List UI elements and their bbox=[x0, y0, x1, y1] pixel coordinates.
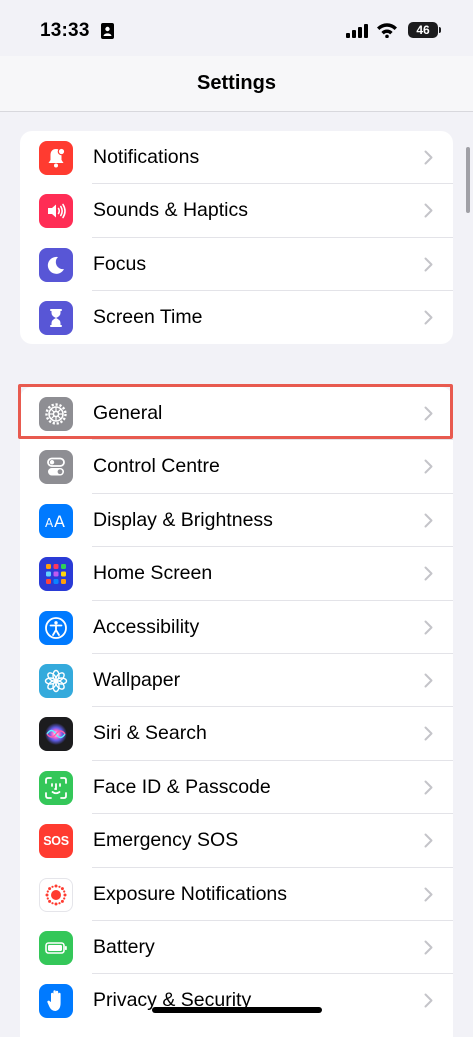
settings-row-emergency-sos[interactable]: SOS Emergency SOS bbox=[20, 814, 453, 868]
id-card-icon bbox=[101, 23, 114, 44]
settings-row-general[interactable]: General bbox=[20, 387, 453, 441]
chevron-right-icon bbox=[424, 257, 433, 272]
settings-row-screen-time[interactable]: Screen Time bbox=[20, 291, 453, 344]
cellular-signal-icon bbox=[346, 24, 368, 43]
settings-row-accessibility[interactable]: Accessibility bbox=[20, 601, 453, 654]
row-label: Exposure Notifications bbox=[93, 882, 288, 905]
chevron-right-icon bbox=[424, 726, 433, 741]
chevron-right-icon bbox=[424, 833, 433, 848]
chevron-right-icon bbox=[424, 993, 433, 1008]
chevron-right-icon bbox=[424, 406, 433, 421]
row-label: General bbox=[93, 402, 163, 424]
siri-icon bbox=[39, 717, 73, 752]
wifi-icon bbox=[376, 22, 398, 43]
chevron-right-icon bbox=[424, 513, 433, 528]
face-id-icon bbox=[39, 770, 73, 805]
accessibility-icon bbox=[39, 610, 73, 645]
battery-indicator: 46 bbox=[408, 22, 441, 38]
moon-icon bbox=[39, 247, 73, 282]
hand-icon bbox=[39, 984, 73, 1019]
row-label: Notifications bbox=[93, 146, 200, 168]
chevron-right-icon bbox=[424, 887, 433, 902]
svg-text:A: A bbox=[54, 512, 65, 531]
settings-row-control-centre[interactable]: Control Centre bbox=[20, 440, 453, 494]
status-bar: 13:33 46 bbox=[0, 0, 473, 56]
settings-group-general: General Control Centre AA Display & Brig… bbox=[20, 387, 453, 1037]
navigation-bar: Settings bbox=[0, 56, 473, 112]
chevron-right-icon bbox=[424, 459, 433, 474]
row-label: Wallpaper bbox=[93, 668, 181, 691]
settings-row-wallpaper[interactable]: Wallpaper bbox=[20, 654, 453, 708]
page-title: Settings bbox=[197, 72, 276, 94]
chevron-right-icon bbox=[424, 940, 433, 955]
settings-row-focus[interactable]: Focus bbox=[20, 238, 453, 292]
row-label: Control Centre bbox=[93, 455, 220, 478]
settings-row-home-screen[interactable]: Home Screen bbox=[20, 547, 453, 601]
row-label: Emergency SOS bbox=[93, 829, 239, 852]
chevron-right-icon bbox=[424, 780, 433, 795]
settings-row-face-id-passcode[interactable]: Face ID & Passcode bbox=[20, 761, 453, 815]
row-label: Privacy & Security bbox=[93, 989, 252, 1012]
row-label: Screen Time bbox=[93, 306, 203, 329]
chevron-right-icon bbox=[424, 150, 433, 165]
sos-icon: SOS bbox=[39, 824, 73, 859]
chevron-right-icon bbox=[424, 310, 433, 325]
chevron-right-icon bbox=[424, 203, 433, 218]
hourglass-icon bbox=[39, 301, 73, 336]
settings-row-notifications[interactable]: Notifications bbox=[20, 131, 453, 185]
battery-icon bbox=[39, 930, 73, 965]
settings-row-exposure-notifications[interactable]: Exposure Notifications bbox=[20, 868, 453, 921]
settings-row-privacy-security[interactable]: Privacy & Security bbox=[20, 974, 453, 1027]
settings-row-siri-search[interactable]: Siri & Search bbox=[20, 707, 453, 761]
bell-icon bbox=[39, 141, 73, 175]
row-label: Accessibility bbox=[93, 615, 200, 638]
settings-row-battery[interactable]: Battery bbox=[20, 921, 453, 975]
row-label: Sounds & Haptics bbox=[93, 199, 249, 222]
toggles-icon bbox=[39, 450, 73, 485]
text-size-icon: AA bbox=[39, 503, 73, 538]
svg-text:A: A bbox=[45, 516, 54, 530]
scroll-indicator[interactable] bbox=[466, 147, 470, 213]
row-label: Display & Brightness bbox=[93, 508, 273, 531]
exposure-icon bbox=[39, 877, 73, 912]
flower-icon bbox=[39, 663, 73, 698]
row-label: Home Screen bbox=[93, 562, 213, 585]
status-time: 13:33 bbox=[40, 20, 90, 41]
settings-group-notifications: Notifications Sounds & Haptics Focus Scr… bbox=[20, 131, 453, 344]
row-label: Battery bbox=[93, 935, 155, 958]
home-indicator[interactable] bbox=[152, 1007, 322, 1013]
chevron-right-icon bbox=[424, 620, 433, 635]
row-label: Siri & Search bbox=[93, 722, 207, 745]
settings-row-display-brightness[interactable]: AA Display & Brightness bbox=[20, 494, 453, 548]
speaker-icon bbox=[39, 194, 73, 229]
chevron-right-icon bbox=[424, 566, 433, 581]
row-label: Focus bbox=[93, 252, 147, 275]
chevron-right-icon bbox=[424, 673, 433, 688]
row-label: Face ID & Passcode bbox=[93, 775, 271, 798]
settings-row-sounds-haptics[interactable]: Sounds & Haptics bbox=[20, 184, 453, 238]
gear-icon bbox=[39, 397, 73, 431]
app-grid-icon bbox=[39, 557, 73, 592]
